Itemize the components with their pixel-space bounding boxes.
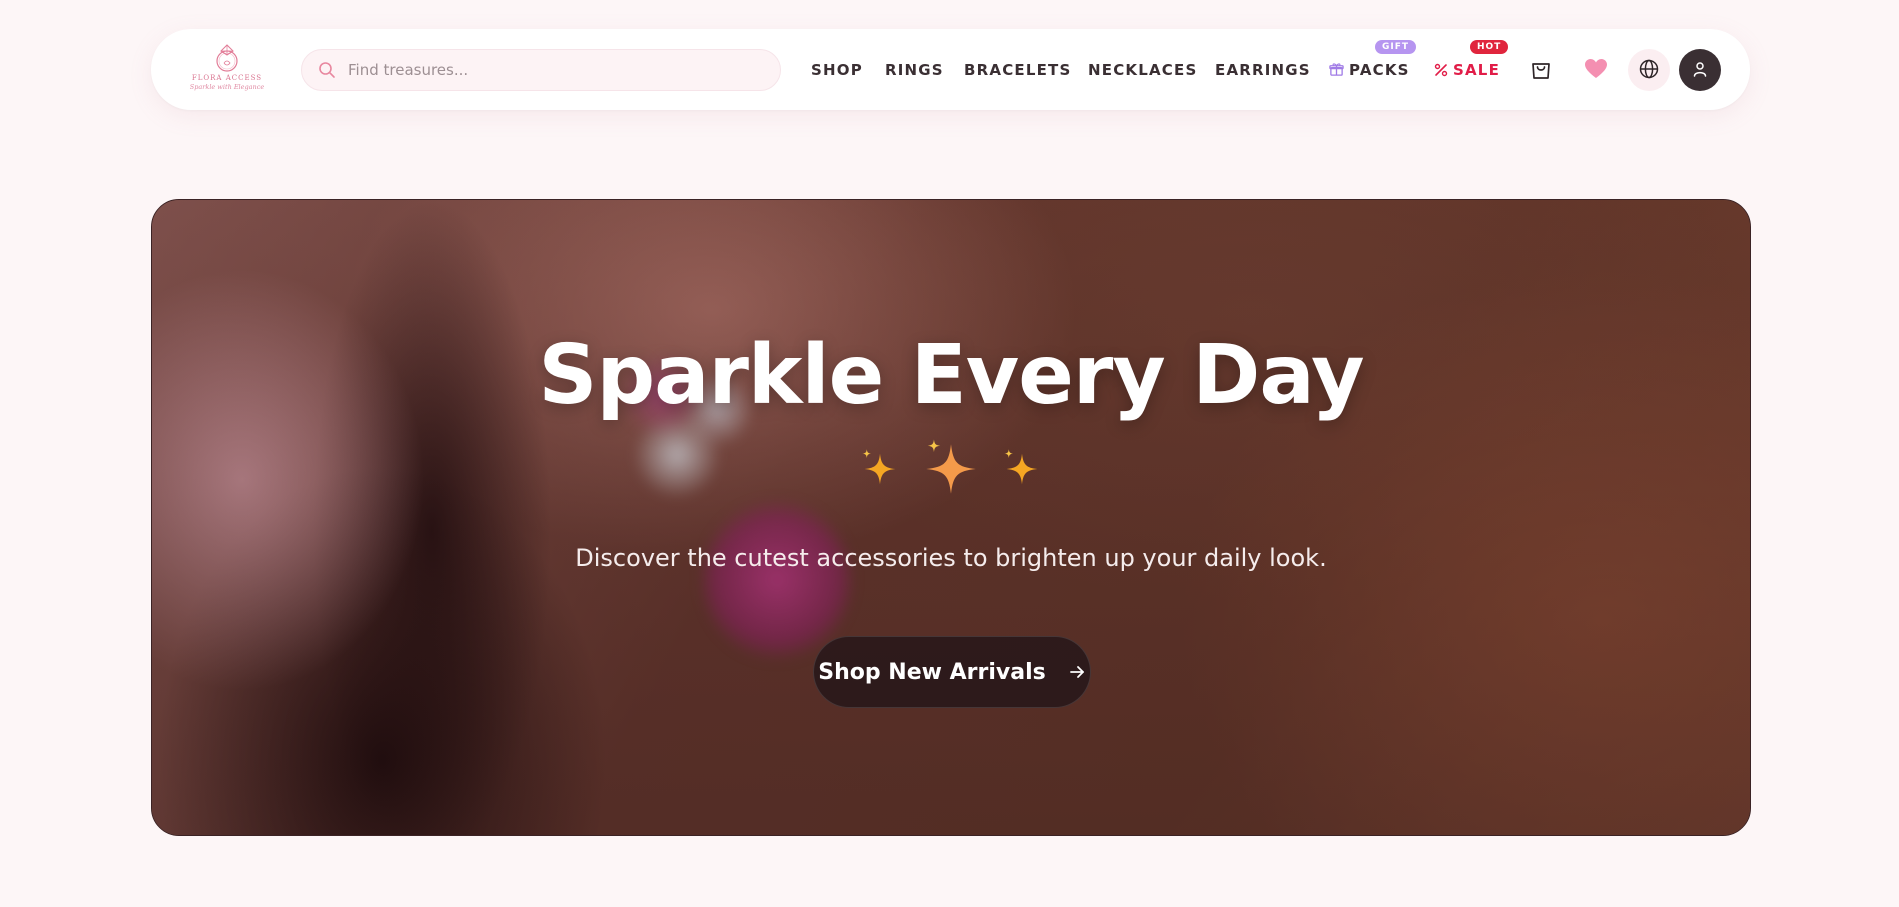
sparkles-decoration — [152, 438, 1750, 500]
cart-button[interactable] — [1520, 49, 1562, 91]
brand-name: FLORA ACCESS — [191, 74, 263, 82]
sparkle-icon — [1004, 449, 1038, 485]
navbar: FLORA ACCESS Sparkle with Elegance SHOP … — [151, 29, 1750, 110]
account-button[interactable] — [1679, 49, 1721, 91]
language-button[interactable] — [1628, 49, 1670, 91]
gift-icon — [1329, 62, 1344, 77]
heart-icon — [1584, 58, 1608, 83]
nav-packs-label: PACKS — [1349, 60, 1410, 79]
nav-earrings[interactable]: EARRINGS — [1215, 29, 1311, 110]
search-icon — [318, 61, 336, 79]
wishlist-button[interactable] — [1575, 49, 1617, 91]
shopping-bag-icon — [1530, 58, 1552, 83]
nav-necklaces[interactable]: NECKLACES — [1088, 29, 1197, 110]
brand-logo[interactable]: FLORA ACCESS Sparkle with Elegance — [189, 43, 265, 97]
nav-rings[interactable]: RINGS — [885, 29, 944, 110]
hero-subtitle: Discover the cutest accessories to brigh… — [575, 544, 1327, 572]
search-bar[interactable] — [301, 49, 781, 91]
nav-shop[interactable]: SHOP — [811, 29, 863, 110]
gift-badge: GIFT — [1375, 40, 1417, 54]
sparkle-icon — [862, 449, 896, 485]
search-input[interactable] — [348, 61, 748, 79]
percent-icon — [1434, 63, 1448, 77]
cta-label: Shop New Arrivals — [818, 659, 1046, 685]
hero-banner: Sparkle Every Day Discover the cutest ac… — [151, 199, 1751, 836]
globe-icon — [1639, 59, 1659, 82]
user-icon — [1692, 61, 1708, 80]
hero-overlay — [152, 200, 1750, 835]
hero-title: Sparkle Every Day — [538, 328, 1364, 423]
arrow-right-icon — [1068, 663, 1086, 681]
nav-sale-label: SALE — [1453, 60, 1501, 79]
hot-badge: HOT — [1470, 40, 1509, 54]
brand-tagline: Sparkle with Elegance — [189, 83, 265, 91]
nav-bracelets[interactable]: BRACELETS — [964, 29, 1072, 110]
sparkle-icon-large — [926, 439, 976, 494]
shop-new-arrivals-button[interactable]: Shop New Arrivals — [813, 636, 1091, 708]
ring-logo-icon — [216, 44, 238, 72]
